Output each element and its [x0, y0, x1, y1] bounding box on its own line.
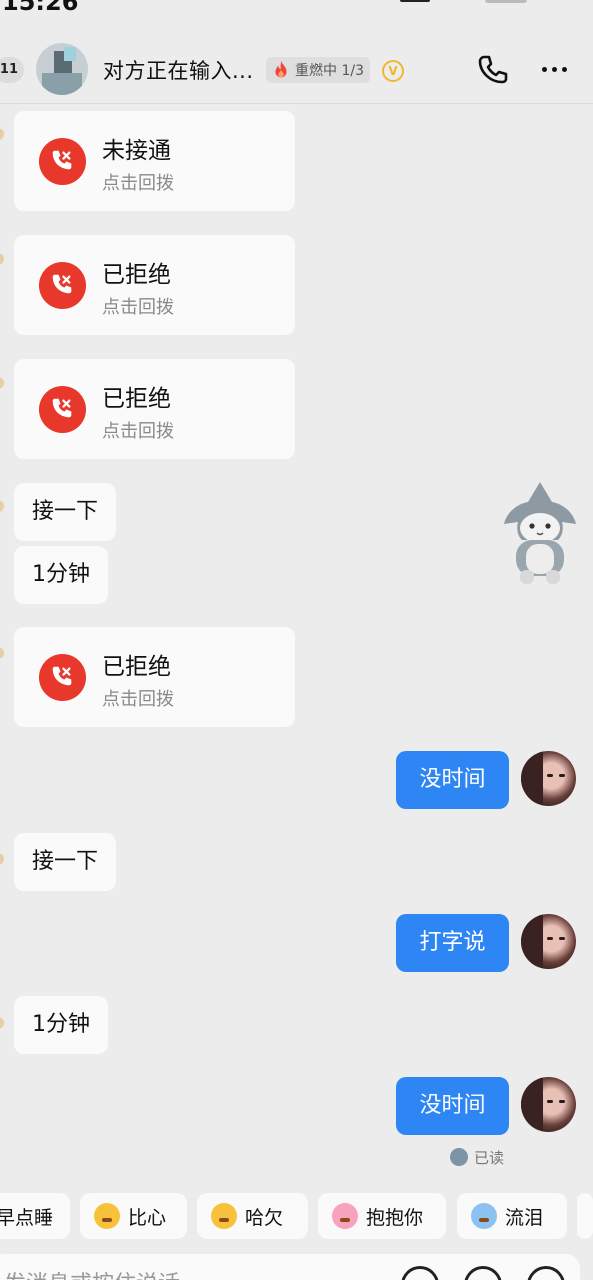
status-bar: 15:26: [0, 0, 593, 20]
battery-icon: [485, 0, 527, 3]
quick-reply-chip[interactable]: [577, 1193, 593, 1239]
call-status: 已拒绝: [102, 654, 171, 680]
contact-avatar[interactable]: [36, 43, 88, 95]
outgoing-message[interactable]: 没时间: [396, 751, 509, 809]
call-back-hint: 点击回拨: [102, 689, 174, 710]
chat-header: 11 对方正在输入... 重燃中 1/3 V: [0, 30, 593, 104]
signal-icon: [400, 0, 430, 2]
back-button-unread-badge[interactable]: 11: [0, 57, 24, 83]
crying-emoji-icon: [471, 1203, 497, 1229]
shark-cat-sticker[interactable]: [500, 480, 580, 588]
my-avatar[interactable]: [521, 914, 576, 969]
my-avatar[interactable]: [521, 751, 576, 806]
input-bar: 发消息或按住说话: [0, 1254, 593, 1280]
call-record-missed[interactable]: 未接通 点击回拨: [14, 111, 295, 211]
quick-reply-chip[interactable]: 抱抱你: [318, 1193, 446, 1239]
call-record-declined[interactable]: 已拒绝 点击回拨: [14, 235, 295, 335]
more-options-button[interactable]: [536, 54, 572, 84]
read-receipt: 已读: [450, 1146, 504, 1168]
missed-call-icon: [38, 653, 87, 702]
typing-status-title: 对方正在输入...: [103, 59, 254, 83]
incoming-message[interactable]: 接一下: [14, 833, 117, 891]
quick-reply-chip[interactable]: 早点睡: [0, 1193, 70, 1239]
outgoing-message[interactable]: 打字说: [396, 914, 509, 972]
quick-reply-label: 流泪: [505, 1206, 544, 1229]
outgoing-message[interactable]: 没时间: [396, 1077, 509, 1135]
call-record-declined[interactable]: 已拒绝 点击回拨: [14, 627, 295, 727]
read-label: 已读: [474, 1148, 505, 1167]
fire-icon: [275, 60, 287, 78]
contact-mini-avatar[interactable]: [0, 253, 4, 265]
quick-reply-chip[interactable]: 流泪: [457, 1193, 567, 1239]
contact-mini-avatar[interactable]: [0, 647, 4, 659]
vip-icon[interactable]: V: [382, 60, 404, 82]
incoming-message[interactable]: 1分钟: [14, 996, 108, 1054]
quick-reply-label: 抱抱你: [366, 1206, 424, 1229]
incoming-message[interactable]: 接一下: [14, 483, 117, 541]
input-placeholder: 发消息或按住说话: [4, 1266, 180, 1280]
streak-label: 重燃中 1/3: [295, 63, 364, 79]
contact-mini-avatar[interactable]: [0, 853, 4, 865]
contact-mini-avatar[interactable]: [0, 128, 4, 140]
incoming-message[interactable]: 1分钟: [14, 546, 108, 604]
streak-badge[interactable]: 重燃中 1/3: [266, 57, 370, 83]
quick-reply-label: 早点睡: [0, 1206, 54, 1229]
call-back-hint: 点击回拨: [102, 173, 174, 194]
yawn-emoji-icon: [211, 1203, 237, 1229]
heart-hands-emoji-icon: [94, 1203, 120, 1229]
hug-emoji-icon: [332, 1203, 358, 1229]
quick-reply-label: 比心: [128, 1206, 167, 1229]
status-time: 15:26: [2, 0, 79, 16]
contact-mini-avatar[interactable]: [0, 1017, 4, 1029]
reader-avatar: [450, 1148, 468, 1166]
voice-call-button[interactable]: [474, 52, 510, 88]
missed-call-icon: [38, 385, 87, 434]
call-back-hint: 点击回拨: [102, 421, 174, 442]
quick-reply-chip[interactable]: 比心: [80, 1193, 187, 1239]
call-back-hint: 点击回拨: [102, 297, 174, 318]
call-status: 未接通: [102, 138, 171, 164]
my-avatar[interactable]: [521, 1077, 576, 1132]
quick-reply-chip[interactable]: 哈欠: [197, 1193, 308, 1239]
missed-call-icon: [38, 261, 87, 310]
contact-mini-avatar[interactable]: [0, 377, 4, 389]
call-record-declined[interactable]: 已拒绝 点击回拨: [14, 359, 295, 459]
quick-reply-label: 哈欠: [245, 1206, 284, 1229]
missed-call-icon: [38, 137, 87, 186]
call-status: 已拒绝: [102, 262, 171, 288]
call-status: 已拒绝: [102, 386, 171, 412]
contact-mini-avatar[interactable]: [0, 500, 4, 512]
